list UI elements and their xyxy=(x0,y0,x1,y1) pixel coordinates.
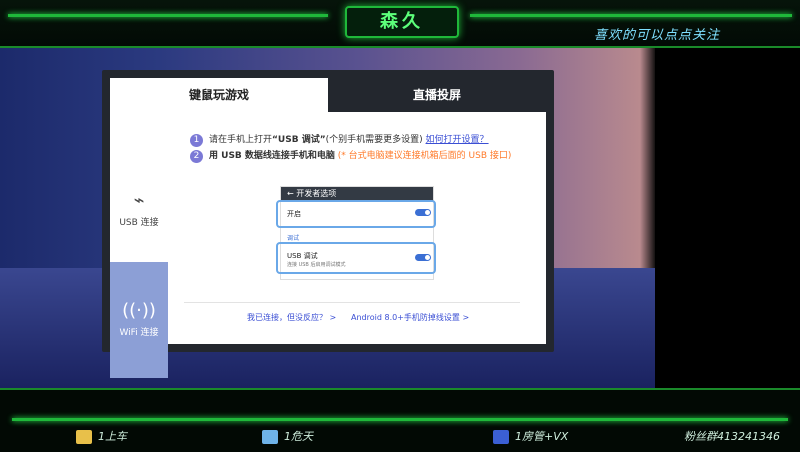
step-2-number: 2 xyxy=(190,150,203,163)
overlay-title: 森久 xyxy=(345,6,459,38)
step-2: 2 用 USB 数据线连接手机和电脑 (* 台式电脑建议连接机箱后面的 USB 接… xyxy=(190,148,511,163)
rocket-icon xyxy=(493,430,509,444)
overlay-tagline: 喜欢的可以点点关注 xyxy=(594,28,721,43)
ticket-icon xyxy=(76,430,92,444)
sidebar-item-wifi[interactable]: ((·)) WiFi 连接 xyxy=(110,262,168,378)
bottom-item-1-label: 1上车 xyxy=(98,430,127,443)
usb-label: USB 连接 xyxy=(119,218,159,228)
bottom-item-4: 粉丝群413241346 xyxy=(684,430,780,443)
sidebar-item-usb[interactable]: ⌁ USB 连接 xyxy=(110,152,168,252)
bottom-item-1: 1上车 xyxy=(76,428,127,444)
top-right-line xyxy=(470,14,792,17)
step-1-bold: “USB 调试” xyxy=(272,135,326,145)
highlight-box-usb-debug xyxy=(276,242,436,274)
bottom-item-3: 1房管+VX xyxy=(493,428,568,444)
bottom-overlay: 1上车 1危天 1房管+VX 粉丝群413241346 xyxy=(0,388,800,452)
how-to-open-settings-link[interactable]: 如何打开设置？ xyxy=(426,135,489,145)
bottom-item-3-label: 1房管+VX xyxy=(515,430,569,443)
tab-keyboard-mouse[interactable]: 键鼠玩游戏 xyxy=(110,78,328,112)
bottom-item-2: 1危天 xyxy=(262,428,313,444)
dialog-body: 键鼠玩游戏 直播投屏 ⌁ USB 连接 ((·)) WiFi 连接 1 请在手机上… xyxy=(110,78,546,378)
wifi-icon: ((·)) xyxy=(122,300,156,321)
instructions-panel: 1 请在手机上打开“USB 调试”(个别手机需要更多设置) 如何打开设置？ 2 用 … xyxy=(168,112,546,344)
wifi-label: WiFi 连接 xyxy=(119,328,159,338)
bottom-line xyxy=(12,418,788,421)
right-black-panel xyxy=(655,48,800,388)
step-2-note: (* 台式电脑建议连接机箱后面的 USB 接口) xyxy=(337,151,512,161)
phone-header: ← 开发者选项 xyxy=(281,187,433,201)
top-overlay: < > 森久 喜欢的可以点点关注 xyxy=(0,0,800,48)
step-1-note: (个别手机需要更多设置) xyxy=(325,135,423,145)
phone-section-debug: 调试 xyxy=(287,235,300,242)
divider xyxy=(184,302,520,303)
usb-icon: ⌁ xyxy=(133,190,145,211)
step-1-prefix: 请在手机上打开 xyxy=(209,135,273,145)
step-2-text: 用 USB 数据线连接手机和电脑 xyxy=(209,151,335,161)
connection-sidebar: ⌁ USB 连接 ((·)) WiFi 连接 xyxy=(110,112,168,378)
highlight-box-enable xyxy=(276,200,436,228)
android-settings-link[interactable]: Android 8.0+手机防掉线设置 > xyxy=(351,312,469,323)
plane-icon xyxy=(262,430,278,444)
connection-dialog: 键鼠玩游戏 直播投屏 ⌁ USB 连接 ((·)) WiFi 连接 1 请在手机上… xyxy=(102,70,554,378)
step-1: 1 请在手机上打开“USB 调试”(个别手机需要更多设置) 如何打开设置？ xyxy=(190,132,489,147)
tab-live-cast[interactable]: 直播投屏 xyxy=(328,78,546,112)
bottom-item-2-label: 1危天 xyxy=(284,430,313,443)
step-1-number: 1 xyxy=(190,134,203,147)
not-responding-link[interactable]: 我已连接，但没反应？ > xyxy=(247,312,336,323)
top-left-line xyxy=(8,14,328,17)
